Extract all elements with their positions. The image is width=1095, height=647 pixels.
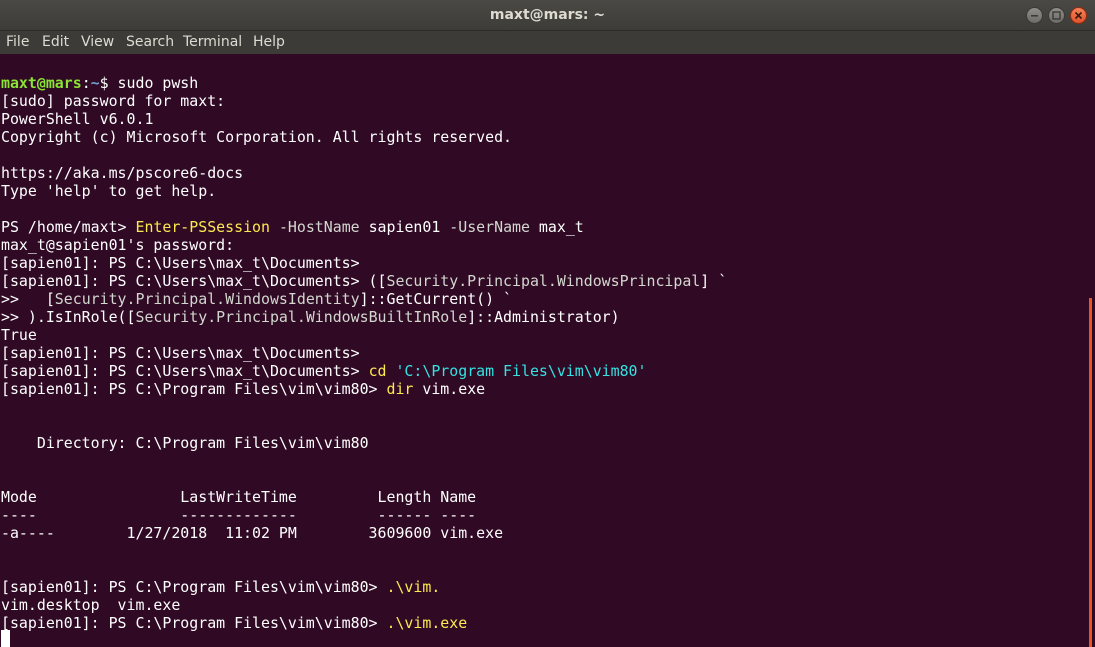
- minimize-button[interactable]: [1026, 7, 1043, 24]
- terminal-line: Directory: C:\Program Files\vim\vim80: [1, 434, 369, 452]
- menu-edit[interactable]: Edit: [42, 31, 69, 54]
- terminal-line: max_t@sapien01's password:: [1, 236, 235, 254]
- terminal-line: [sapien01]: PS C:\Users\max_t\Documents>: [1, 344, 360, 362]
- window-title: maxt@mars: ~: [489, 7, 606, 23]
- menu-search[interactable]: Search: [126, 31, 174, 54]
- table-header-underline: ---- ------------- ------ ----: [1, 506, 477, 524]
- ps-prompt: [sapien01]: PS C:\Program Files\vim\vim8…: [1, 578, 387, 596]
- terminal-line: True: [1, 326, 37, 344]
- terminal-line: [sapien01]: PS C:\Program Files\vim\vim8…: [1, 578, 440, 596]
- terminal-line: Type 'help' to get help.: [1, 182, 217, 200]
- terminal-line: maxt@mars:~$ sudo pwsh: [1, 74, 198, 92]
- type-name: Security.Principal.WindowsPrincipal: [386, 272, 701, 290]
- argument-value: max_t: [529, 218, 584, 236]
- terminal-line: >> [Security.Principal.WindowsIdentity]:…: [1, 290, 512, 308]
- close-button[interactable]: [1070, 7, 1087, 24]
- terminal-output[interactable]: maxt@mars:~$ sudo pwsh [sudo] password f…: [0, 54, 1089, 647]
- menu-help[interactable]: Help: [253, 31, 285, 54]
- ps-prompt: [sapien01]: PS C:\Program Files\vim\vim8…: [1, 614, 387, 632]
- terminal-line: [sapien01]: PS C:\Users\max_t\Documents>…: [1, 362, 647, 380]
- terminal-line: PowerShell v6.0.1: [1, 110, 154, 128]
- ps-prompt: [sapien01]: PS C:\Program Files\vim\vim8…: [1, 380, 387, 398]
- ps-prompt: [sapien01]: PS C:\Users\max_t\Documents>…: [1, 272, 387, 290]
- terminal-line: [sapien01]: PS C:\Users\max_t\Documents>…: [1, 272, 727, 290]
- terminal-line: https://aka.ms/pscore6-docs: [1, 164, 244, 182]
- minimize-icon: [1031, 15, 1038, 17]
- terminal-line: >> ).IsInRole([Security.Principal.Window…: [1, 308, 620, 326]
- table-row: -a---- 1/27/2018 11:02 PM 3609600 vim.ex…: [1, 524, 504, 542]
- continuation-prompt: >> [: [1, 290, 55, 308]
- code-text: ]::Administrator): [467, 308, 620, 326]
- maximize-button[interactable]: [1048, 7, 1065, 24]
- parameter-hostname: -HostName: [278, 218, 360, 236]
- code-text: ] `: [700, 272, 728, 290]
- maximize-icon: [1052, 11, 1061, 20]
- prompt-user: maxt@mars: [1, 74, 82, 92]
- scrollbar[interactable]: [1089, 54, 1095, 647]
- title-bar[interactable]: maxt@mars: ~: [0, 0, 1095, 31]
- terminal-line: [sapien01]: PS C:\Program Files\vim\vim8…: [1, 380, 485, 398]
- type-name: Security.Principal.WindowsBuiltInRole: [135, 308, 468, 326]
- menu-bar: File Edit View Search Terminal Help: [0, 31, 1095, 54]
- continuation-prompt: >> ).IsInRole([: [1, 308, 136, 326]
- ps-prompt: PS /home/maxt>: [1, 218, 136, 236]
- prompt-colon: :: [81, 74, 91, 92]
- table-header: Mode LastWriteTime Length Name: [1, 488, 477, 506]
- argument-value: vim.exe: [413, 380, 486, 398]
- prompt-path: ~: [90, 74, 100, 92]
- string-literal: 'C:\Program Files\vim\vim80': [395, 362, 647, 380]
- scrollbar-thumb[interactable]: [1089, 298, 1092, 647]
- terminal-line: vim.desktop vim.exe: [1, 596, 181, 614]
- cmdlet-name: .\vim.: [386, 578, 441, 596]
- parameter-username: -UserName: [449, 218, 530, 236]
- terminal-line: [sapien01]: PS C:\Program Files\vim\vim8…: [1, 614, 467, 632]
- terminal-line: Copyright (c) Microsoft Corporation. All…: [1, 128, 513, 146]
- cmdlet-name: Enter-PSSession: [135, 218, 270, 236]
- text-cursor: [1, 630, 10, 647]
- type-name: Security.Principal.WindowsIdentity: [54, 290, 360, 308]
- menu-file[interactable]: File: [6, 31, 29, 54]
- menu-view[interactable]: View: [81, 31, 114, 54]
- cmdlet-name: dir: [386, 380, 414, 398]
- ps-prompt: [sapien01]: PS C:\Users\max_t\Documents>: [1, 362, 369, 380]
- close-icon: [1074, 11, 1083, 20]
- terminal-line: [sapien01]: PS C:\Users\max_t\Documents>: [1, 254, 360, 272]
- terminal-line: PS /home/maxt> Enter-PSSession -HostName…: [1, 218, 584, 236]
- cmdlet-name: cd: [368, 362, 387, 380]
- prompt-command: $ sudo pwsh: [99, 74, 199, 92]
- code-text: ]::GetCurrent() `: [359, 290, 513, 308]
- terminal-line: [sudo] password for maxt:: [1, 92, 226, 110]
- argument-value: sapien01: [359, 218, 450, 236]
- terminal-window: maxt@mars: ~ File Edit View Search Termi…: [0, 0, 1095, 647]
- menu-terminal[interactable]: Terminal: [183, 31, 242, 54]
- cmdlet-name: .\vim.exe: [386, 614, 468, 632]
